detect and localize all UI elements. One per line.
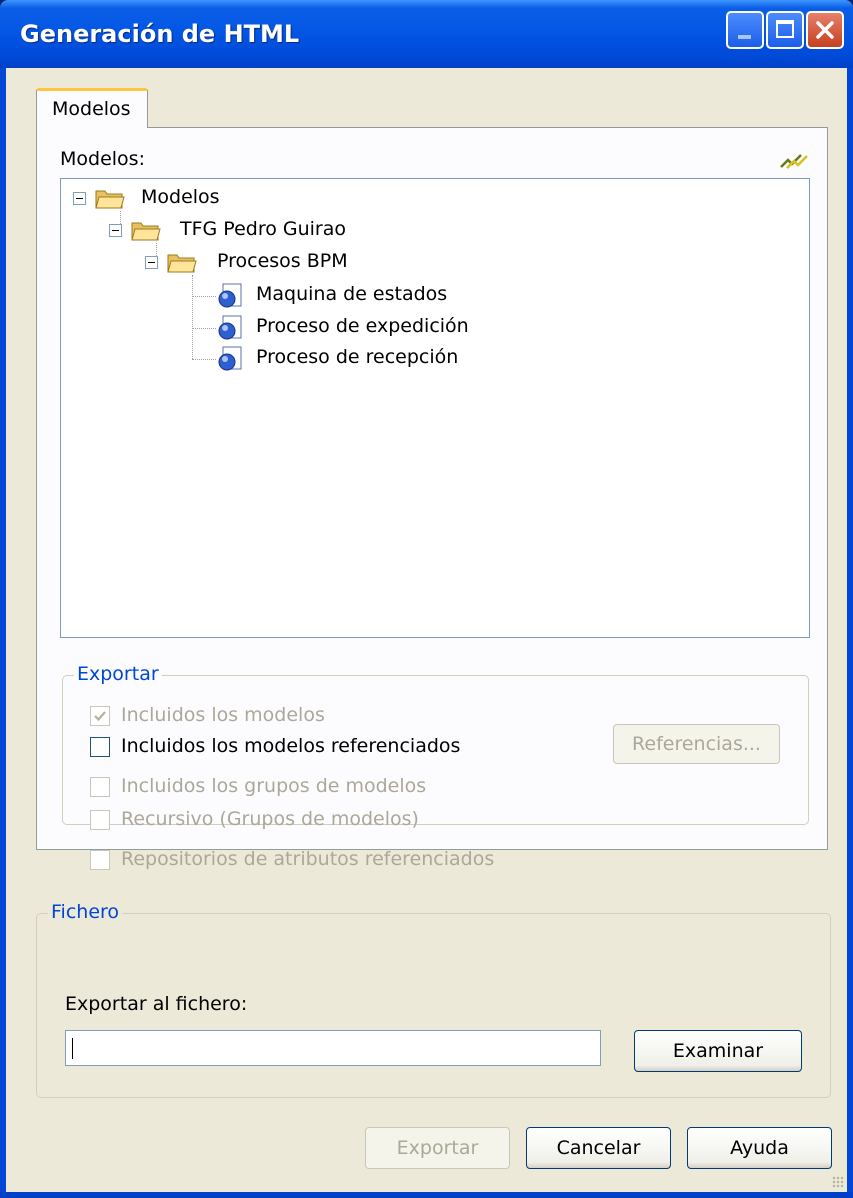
references-button[interactable]: Referencias... <box>613 724 780 764</box>
tree-node-label: Modelos <box>141 186 220 208</box>
help-button-label: Ayuda <box>730 1137 789 1159</box>
recursive-checkbox[interactable] <box>90 810 110 830</box>
recursive-label: Recursivo (Grupos de modelos) <box>121 808 419 830</box>
include-groups-checkbox[interactable] <box>90 777 110 797</box>
models-tree[interactable]: Modelos TFG Pedro Guirao Procesos BPM Ma… <box>60 178 810 638</box>
text-caret <box>72 1038 73 1059</box>
maximize-button[interactable] <box>766 11 804 49</box>
attribute-repos-label: Repositorios de atributos referenciados <box>121 848 495 870</box>
folder-icon <box>95 190 125 209</box>
model-icon <box>218 283 242 308</box>
tree-node-project[interactable]: TFG Pedro Guirao <box>61 215 461 245</box>
tree-node-item[interactable]: Maquina de estados <box>61 280 511 310</box>
window-border-bottom <box>0 1192 853 1198</box>
tree-node-label: Procesos BPM <box>217 250 348 272</box>
export-file-label: Exportar al fichero: <box>65 993 248 1015</box>
close-button[interactable] <box>806 11 844 49</box>
export-button[interactable]: Exportar <box>365 1127 510 1169</box>
include-models-label: Incluidos los modelos <box>121 704 325 726</box>
model-icon <box>218 346 242 371</box>
models-label: Modelos: <box>60 148 145 170</box>
minimize-icon <box>738 35 751 39</box>
help-button[interactable]: Ayuda <box>687 1127 832 1169</box>
folder-icon <box>131 222 161 241</box>
file-group-title: Fichero <box>48 901 123 923</box>
maximize-icon <box>776 20 794 38</box>
collapse-icon[interactable] <box>145 256 158 269</box>
browse-button[interactable]: Examinar <box>634 1030 802 1072</box>
window-border-right <box>847 68 853 1198</box>
tree-node-folder[interactable]: Procesos BPM <box>61 247 461 277</box>
references-button-label: Referencias... <box>632 733 761 755</box>
tree-node-label: Proceso de recepción <box>256 346 459 368</box>
tree-node-item[interactable]: Proceso de expedición <box>61 312 511 342</box>
title-bar: Generación de HTML <box>0 0 853 68</box>
checkmark-icon <box>94 711 106 722</box>
minimize-button[interactable] <box>726 11 764 49</box>
include-models-checkbox[interactable] <box>90 706 110 726</box>
browse-button-label: Examinar <box>672 1040 764 1062</box>
include-referenced-label: Incluidos los modelos referenciados <box>121 735 461 757</box>
dialog-window: Generación de HTML Modelos Modelos: Mode… <box>0 0 853 1198</box>
cancel-button-label: Cancelar <box>556 1137 641 1159</box>
tree-node-label: Maquina de estados <box>256 283 448 305</box>
close-icon <box>816 21 834 39</box>
export-button-label: Exportar <box>396 1137 479 1159</box>
model-icon <box>218 315 242 340</box>
tree-node-label: Proceso de expedición <box>256 315 469 337</box>
window-title: Generación de HTML <box>20 20 300 48</box>
resize-grip[interactable] <box>832 1176 844 1188</box>
attribute-repos-checkbox[interactable] <box>90 850 110 870</box>
include-groups-label: Incluidos los grupos de modelos <box>121 775 427 797</box>
export-file-input[interactable] <box>65 1030 601 1066</box>
collapse-icon[interactable] <box>73 192 86 205</box>
cancel-button[interactable]: Cancelar <box>526 1127 671 1169</box>
tab-modelos[interactable]: Modelos <box>36 88 148 128</box>
folder-icon <box>167 254 197 273</box>
include-referenced-checkbox[interactable] <box>90 737 110 757</box>
collapse-icon[interactable] <box>109 224 122 237</box>
tree-node-root[interactable]: Modelos <box>61 183 361 213</box>
tree-node-item[interactable]: Proceso de recepción <box>61 343 511 373</box>
export-group-title: Exportar <box>74 663 162 685</box>
tree-node-label: TFG Pedro Guirao <box>180 218 347 240</box>
filter-icon[interactable] <box>779 150 809 172</box>
tab-label: Modelos <box>52 98 131 120</box>
